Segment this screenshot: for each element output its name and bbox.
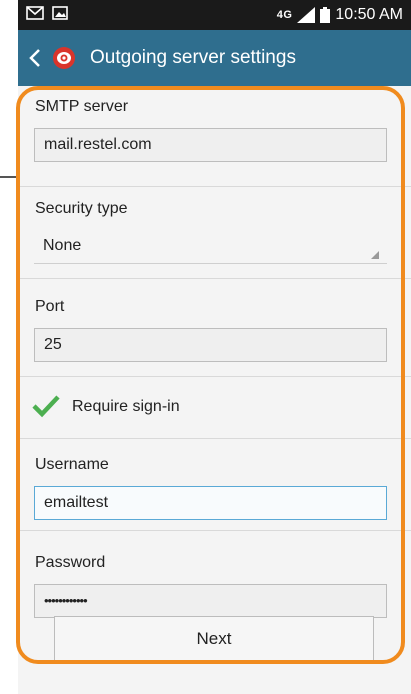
dropdown-arrow-icon [371, 251, 379, 259]
username-label: Username [35, 456, 109, 473]
port-section: Port 25 [18, 278, 411, 377]
security-label: Security type [35, 200, 128, 217]
status-right: 4G 10:50 AM [277, 4, 403, 26]
app-bar: Outgoing server settings [18, 30, 411, 86]
smtp-section: SMTP server mail.restel.com [18, 86, 411, 187]
battery-icon [320, 7, 331, 23]
port-input[interactable]: 25 [34, 328, 387, 362]
username-section: Username emailtest [18, 438, 411, 531]
require-signin-label: Require sign-in [72, 398, 180, 415]
security-type-dropdown[interactable]: None [34, 230, 387, 264]
email-app-icon [53, 47, 75, 69]
network-type: 4G [276, 9, 293, 21]
require-signin-row[interactable]: Require sign-in [18, 376, 411, 439]
mail-notification-icon [26, 6, 44, 20]
signal-icon [297, 7, 316, 23]
chevron-left-icon [29, 49, 40, 67]
username-input[interactable]: emailtest [34, 486, 387, 520]
next-button[interactable]: Next [54, 616, 374, 662]
smtp-server-input[interactable]: mail.restel.com [34, 128, 387, 162]
back-button[interactable] [22, 30, 48, 86]
phone-screen: 4G 10:50 AM Outgoing server settings SMT… [18, 0, 411, 694]
clock: 10:50 AM [335, 6, 403, 23]
smtp-label: SMTP server [35, 98, 129, 115]
image-notification-icon [52, 6, 68, 20]
security-type-value: None [43, 237, 82, 254]
settings-form: SMTP server mail.restel.com Security typ… [18, 86, 411, 694]
security-section: Security type None [18, 186, 411, 279]
password-input[interactable]: •••••••••••• [34, 584, 387, 618]
page-title: Outgoing server settings [90, 47, 296, 68]
callout-line [0, 176, 19, 178]
port-label: Port [35, 298, 65, 315]
checkmark-icon[interactable] [32, 394, 60, 418]
status-bar: 4G 10:50 AM [18, 0, 411, 30]
password-label: Password [35, 554, 106, 571]
